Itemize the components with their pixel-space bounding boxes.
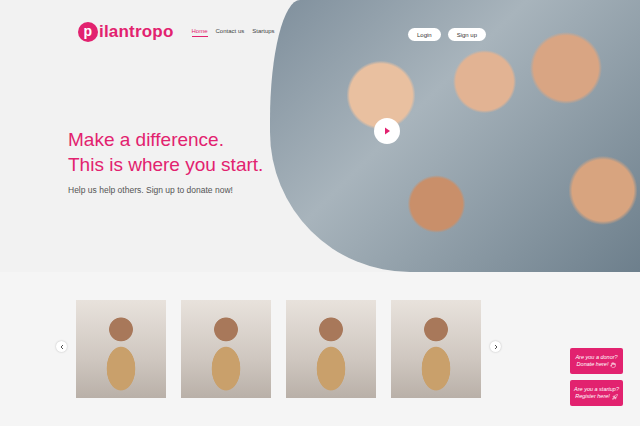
cta-button[interactable]: Are you a startup?Register here!	[570, 380, 623, 406]
headline-line: Make a difference.	[68, 128, 270, 153]
cta-stack: Are you a donor?Donate here! Are you a st…	[570, 348, 623, 406]
cta-line: Are you a startup?	[574, 386, 619, 393]
chevron-right-icon	[493, 344, 499, 350]
carousel	[0, 272, 640, 426]
carousel-next[interactable]	[490, 341, 501, 352]
logo[interactable]: pilantropo	[78, 22, 174, 42]
hero-left: pilantropoHomeContact usStartupsMake a d…	[0, 0, 270, 272]
carousel-slide[interactable]	[286, 300, 376, 398]
carousel-prev[interactable]	[56, 341, 67, 352]
cta-line: Register here!	[575, 393, 618, 400]
cta-line: Donate here!	[577, 361, 617, 368]
landing-page: pilantropo Home Contact us Startups Make a d…	[0, 0, 640, 426]
carousel-slide[interactable]	[391, 300, 481, 398]
rocket-icon	[612, 394, 618, 400]
header: pilantropoHomeContact usStartups	[68, 0, 270, 42]
headline: Make a difference.This is where you star…	[68, 128, 270, 177]
hero: pilantropo Home Contact us Startups Make a d…	[0, 0, 640, 272]
carousel-slides	[76, 300, 481, 398]
nav-item[interactable]: Home	[192, 28, 208, 37]
play-button[interactable]	[374, 118, 400, 144]
nav: Home Contact us Startups	[192, 28, 275, 37]
hero-photo: Login Sign up	[270, 0, 640, 272]
logo-mark: p	[78, 22, 98, 42]
subtext: Help us help others. Sign up to donate n…	[68, 185, 270, 195]
cta-button[interactable]: Are you a donor?Donate here!	[570, 348, 623, 374]
auth-button[interactable]: Login	[408, 28, 441, 41]
cta-line: Are you a donor?	[575, 354, 617, 361]
hand-icon	[610, 362, 616, 368]
carousel-slide[interactable]	[76, 300, 166, 398]
nav-item[interactable]: Startups	[252, 28, 274, 37]
carousel-slide[interactable]	[181, 300, 271, 398]
headline-line: This is where you start.	[68, 153, 270, 178]
nav-item[interactable]: Contact us	[216, 28, 245, 37]
auth-bar: Login Sign up	[408, 28, 486, 41]
play-icon	[382, 126, 392, 136]
auth-button[interactable]: Sign up	[448, 28, 486, 41]
logo-text: ilantropo	[99, 22, 174, 42]
chevron-left-icon	[59, 344, 65, 350]
